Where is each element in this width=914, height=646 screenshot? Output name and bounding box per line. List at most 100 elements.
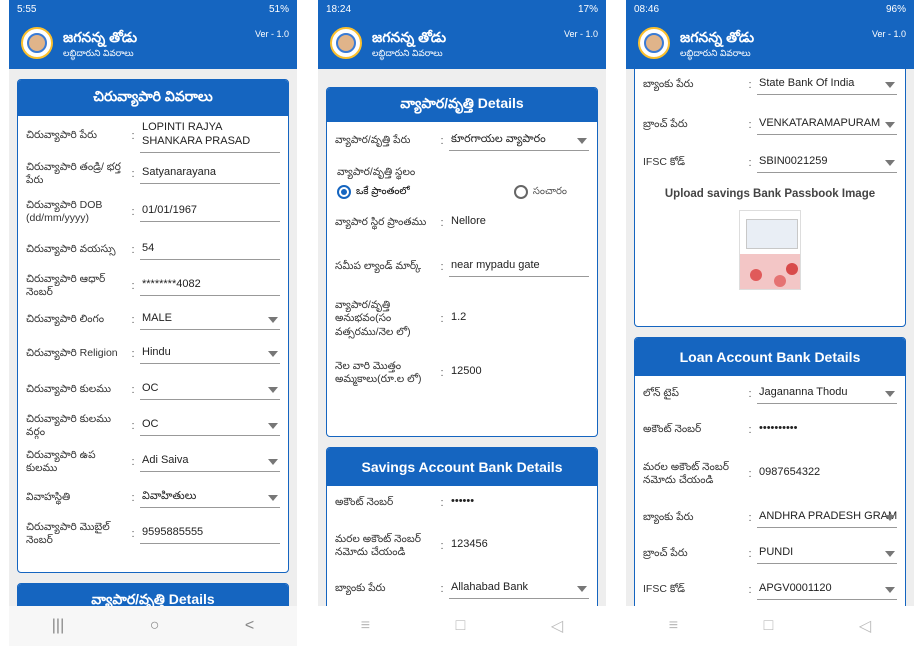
age-field[interactable]: 54 — [140, 240, 280, 260]
chevron-down-icon — [268, 422, 278, 429]
field-label: లోన్ టైప్ — [643, 387, 679, 400]
back-icon[interactable]: ◁ — [551, 616, 563, 636]
system-nav-bar: ≡ □ ◁ — [626, 606, 914, 646]
home-icon[interactable]: □ — [764, 617, 774, 635]
status-bar: 5:55 51% — [9, 0, 297, 19]
dob-field[interactable]: 01/01/1967 — [140, 202, 280, 222]
menu-icon[interactable]: ≡ — [361, 617, 370, 635]
field-row: నెల వారి మొత్తం అమ్మకాలు(రూ.ల లో): 12500 — [327, 349, 597, 397]
bank-name-dropdown[interactable]: State Bank Of India — [757, 75, 897, 95]
chevron-down-icon — [268, 350, 278, 357]
business-type-value: కూరగాయల వ్యాపారం — [451, 133, 546, 146]
religion-value: Hindu — [142, 346, 171, 359]
experience-field[interactable]: 1.2 — [449, 309, 589, 329]
field-row: చిరువ్యాపారి వయస్సు: 54 — [18, 232, 288, 268]
gender-dropdown[interactable]: MALE — [140, 310, 280, 330]
field-row: చిరువ్యాపారి లింగం: MALE — [18, 304, 288, 336]
mobile-field[interactable]: 9595885555 — [140, 524, 280, 544]
sub-caste-dropdown[interactable]: Adi Saiva — [140, 452, 280, 472]
app-subtitle: లబ్ధిదారుని వివరాలు — [372, 48, 443, 58]
chevron-down-icon — [577, 585, 587, 592]
system-nav-bar: ≡ □ ◁ — [318, 606, 606, 646]
phone-screen-1: 5:55 51% జగనన్న తోడు లబ్ధిదారుని వివరాలు… — [9, 0, 297, 646]
field-row: చిరువ్యాపారి కులము: OC — [18, 372, 288, 408]
field-label: మరల అకౌంట్ నెంబర్ నమోదు చేయండి — [335, 532, 421, 558]
field-row: వ్యాపార/వృత్తి అనుభవం(సం వత్సరము/నెల లో)… — [327, 289, 597, 349]
business-type-dropdown[interactable]: కూరగాయల వ్యాపారం — [449, 131, 589, 151]
chevron-down-icon — [268, 458, 278, 465]
trader-name-field[interactable]: LOPINTI RAJYA SHANKARA PRASAD — [140, 119, 280, 153]
chevron-down-icon — [885, 390, 895, 397]
field-label: బ్యాంకు పేరు — [335, 582, 386, 595]
scroll-content[interactable]: చిరువ్యాపారి వివరాలు చిరువ్యాపారి పేరు: … — [9, 69, 297, 606]
app-logo — [21, 27, 53, 59]
field-row: అకౌంట్ నెంబర్: •••••• — [327, 486, 597, 520]
section-title: Savings Account Bank Details — [327, 448, 597, 486]
field-row: బ్రాంచ్ పేరు: PUNDI — [635, 536, 905, 572]
app-header: జగనన్న తోడు లబ్ధిదారుని వివరాలు Ver - 1.… — [9, 19, 297, 69]
back-icon[interactable]: ◁ — [859, 616, 871, 636]
loan-bank-dropdown[interactable]: ANDHRA PRADESH GRAMEENA — [757, 508, 897, 528]
caste-category-value: OC — [142, 418, 159, 431]
radio-fixed-location[interactable]: ఒకే ప్రాంతంలో — [337, 185, 410, 199]
marital-status-dropdown[interactable]: వివాహితులు — [140, 488, 280, 508]
field-label: అకౌంట్ నెంబర్ — [643, 423, 702, 436]
field-row: చిరువ్యాపారి DOB (dd/mm/yyyy): 01/01/196… — [18, 192, 288, 232]
app-logo — [330, 27, 362, 59]
battery-level: 51% — [268, 4, 289, 15]
app-header: జగనన్న తోడు లబ్ధిదారుని వివరాలు Ver - 1.… — [318, 19, 606, 69]
caste-category-dropdown[interactable]: OC — [140, 416, 280, 436]
recents-icon[interactable]: ||| — [52, 617, 64, 635]
loan-type-dropdown[interactable]: Jagananna Thodu — [757, 384, 897, 404]
passbook-image[interactable] — [739, 210, 801, 290]
chevron-down-icon — [885, 159, 895, 166]
field-row: IFSC కోడ్: SBIN0021259 — [635, 144, 905, 182]
battery-level: 17% — [577, 4, 598, 15]
scroll-content[interactable]: బ్యాంకు పేరు: State Bank Of India బ్రాంచ… — [626, 69, 914, 606]
field-label: వ్యాపార/వృత్తి అనుభవం(సం వత్సరము/నెల లో) — [335, 299, 411, 338]
radio-selected-icon — [337, 185, 351, 199]
section-title: Loan Account Bank Details — [635, 338, 905, 376]
status-bar: 18:24 17% — [318, 0, 606, 19]
field-row: IFSC కోడ్: APGV0001120 — [635, 572, 905, 606]
branch-dropdown[interactable]: VENKATARAMAPURAM — [757, 115, 897, 135]
religion-dropdown[interactable]: Hindu — [140, 344, 280, 364]
monthly-sales-field[interactable]: 12500 — [449, 363, 589, 383]
bank-name-value: Allahabad Bank — [451, 581, 529, 594]
savings-bank-card: Savings Account Bank Details అకౌంట్ నెంబ… — [326, 447, 598, 606]
status-bar: 08:46 96% — [626, 0, 914, 19]
home-icon[interactable]: □ — [456, 617, 466, 635]
loan-branch-dropdown[interactable]: PUNDI — [757, 544, 897, 564]
father-name-field[interactable]: Satyanarayana — [140, 164, 280, 184]
field-label: చిరువ్యాపారి పేరు — [26, 129, 98, 142]
back-icon[interactable]: < — [245, 617, 254, 635]
radio-mobile-location[interactable]: సంచారం — [513, 185, 567, 199]
field-label: చిరువ్యాపారి ఉప కులము — [26, 448, 96, 474]
ifsc-value: SBIN0021259 — [759, 155, 828, 168]
business-area-field[interactable]: Nellore — [449, 213, 589, 233]
home-icon[interactable]: ○ — [150, 617, 160, 635]
confirm-account-field[interactable]: 123456 — [449, 536, 589, 556]
field-label: బ్రాంచ్ పేరు — [643, 547, 688, 560]
gender-value: MALE — [142, 312, 172, 325]
field-row: చిరువ్యాపారి Religion: Hindu — [18, 336, 288, 372]
loan-account-field[interactable]: •••••••••• — [757, 420, 897, 440]
menu-icon[interactable]: ≡ — [669, 617, 678, 635]
loan-confirm-account-field[interactable]: 0987654322 — [757, 464, 897, 484]
scroll-content[interactable]: వ్యాపార/వృత్తి Details వ్యాపార/వృత్తి పే… — [318, 69, 606, 606]
loan-ifsc-dropdown[interactable]: APGV0001120 — [757, 580, 897, 600]
location-label: వ్యాపార/వృత్తి స్థలం — [337, 166, 416, 178]
savings-bank-card: బ్యాంకు పేరు: State Bank Of India బ్రాంచ… — [634, 69, 906, 327]
bank-name-dropdown[interactable]: Allahabad Bank — [449, 579, 589, 599]
field-row: చిరువ్యాపారి కులము వర్గం: OC — [18, 408, 288, 444]
caste-dropdown[interactable]: OC — [140, 380, 280, 400]
field-row: వ్యాపార స్థిర ప్రాంతము: Nellore — [327, 201, 597, 245]
status-time: 18:24 — [326, 4, 352, 15]
aadhaar-field[interactable]: ********4082 — [140, 276, 280, 296]
field-label: చిరువ్యాపారి లింగం — [26, 313, 105, 326]
loan-bank-value: ANDHRA PRADESH GRAMEENA — [759, 510, 897, 523]
ifsc-dropdown[interactable]: SBIN0021259 — [757, 153, 897, 173]
chevron-down-icon — [885, 81, 895, 88]
landmark-field[interactable]: near mypadu gate — [449, 257, 589, 277]
account-number-field[interactable]: •••••• — [449, 493, 589, 513]
